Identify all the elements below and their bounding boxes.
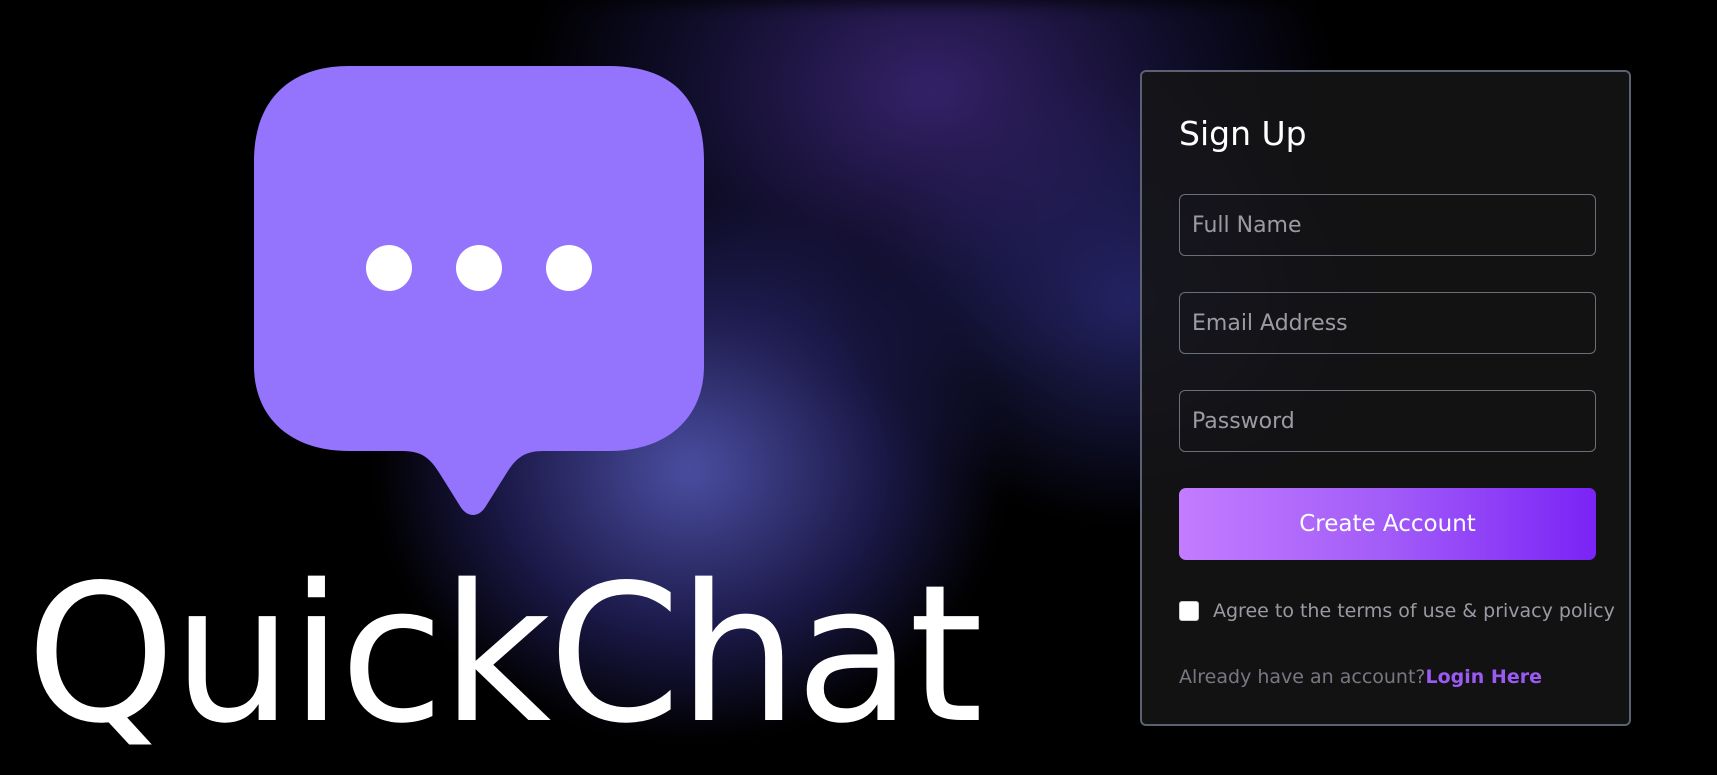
full-name-input[interactable] <box>1179 194 1596 256</box>
brand-name: QuickChat <box>26 544 983 765</box>
terms-row: Agree to the terms of use & privacy poli… <box>1179 600 1615 622</box>
signup-card: Sign Up Create Account Agree to the term… <box>1140 70 1631 726</box>
email-input[interactable] <box>1179 292 1596 354</box>
dot-icon-middle <box>456 245 502 291</box>
login-link[interactable]: Login Here <box>1426 666 1542 688</box>
signup-title: Sign Up <box>1179 114 1307 153</box>
login-prompt-text: Already have an account? <box>1179 666 1426 688</box>
dot-icon-left <box>366 245 412 291</box>
login-prompt-row: Already have an account?Login Here <box>1179 666 1542 688</box>
dot-icon-right <box>546 245 592 291</box>
password-input[interactable] <box>1179 390 1596 452</box>
create-account-button[interactable]: Create Account <box>1179 488 1596 560</box>
chat-bubble-icon <box>254 66 704 515</box>
terms-label: Agree to the terms of use & privacy poli… <box>1213 600 1615 622</box>
terms-checkbox[interactable] <box>1179 601 1199 621</box>
